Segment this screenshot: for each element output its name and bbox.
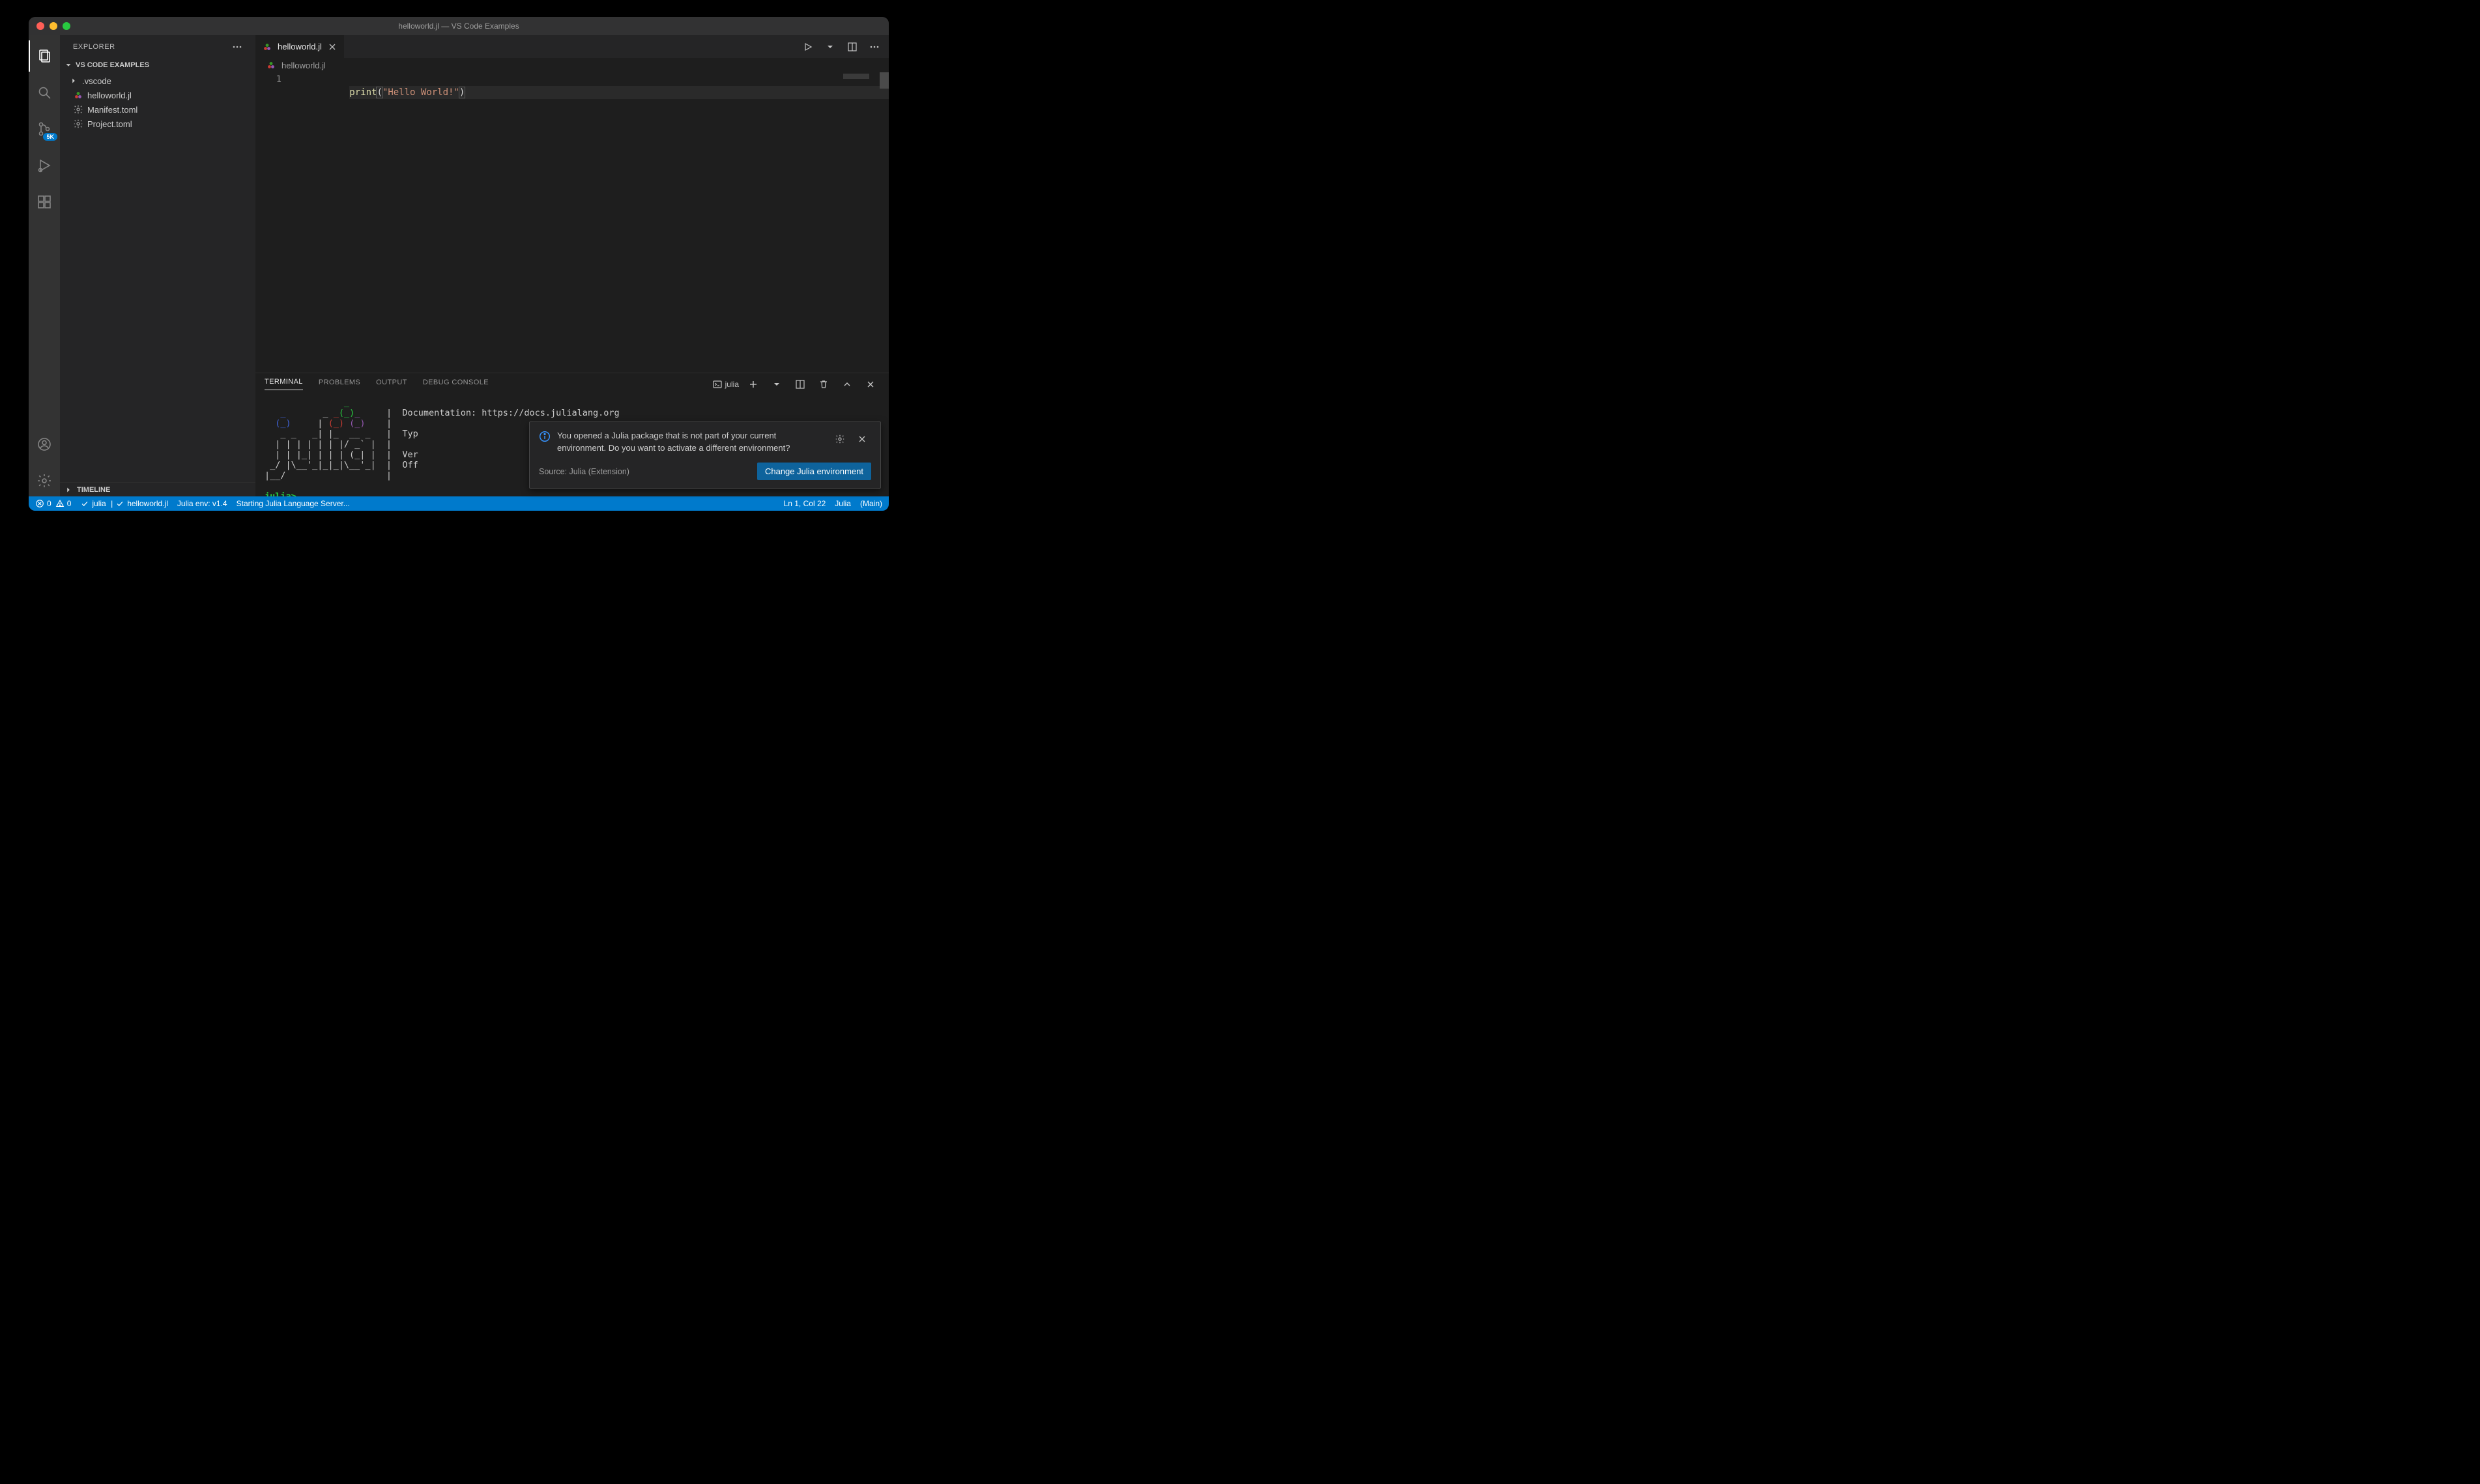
workspace-name: VS CODE EXAMPLES	[76, 61, 149, 69]
tree-label: Project.toml	[87, 119, 132, 129]
split-terminal-icon[interactable]	[791, 375, 809, 393]
scrollbar-thumb[interactable]	[880, 72, 889, 89]
julia-file-icon	[73, 90, 83, 100]
status-scope[interactable]: (Main)	[860, 499, 882, 508]
new-terminal-icon[interactable]	[744, 375, 762, 393]
status-error-count: 0	[47, 499, 51, 508]
status-warnings[interactable]: 0	[55, 499, 72, 508]
tree-label: helloworld.jl	[87, 91, 132, 100]
tree-label: .vscode	[82, 76, 111, 86]
maximize-window-button[interactable]	[63, 22, 70, 30]
notification-close-icon[interactable]	[853, 430, 871, 448]
terminal-profile-icon[interactable]: julia	[712, 375, 739, 393]
kill-terminal-icon[interactable]	[815, 375, 833, 393]
gear-file-icon	[73, 119, 83, 129]
text-editor[interactable]: 1 print("Hello World!")	[255, 72, 889, 373]
code-area[interactable]: print("Hello World!")	[295, 72, 889, 112]
run-dropdown-icon[interactable]	[821, 38, 839, 56]
status-julia-label: julia	[92, 499, 106, 508]
notification-settings-icon[interactable]	[831, 430, 849, 448]
close-window-button[interactable]	[36, 22, 44, 30]
notification-message: You opened a Julia package that is not p…	[557, 430, 819, 455]
panel-tab-terminal[interactable]: TERMINAL	[265, 378, 303, 390]
tab-label: helloworld.jl	[278, 42, 322, 51]
line-number: 1	[255, 73, 281, 86]
gear-file-icon	[73, 104, 83, 115]
line-gutter: 1	[255, 72, 295, 86]
maximize-panel-icon[interactable]	[838, 375, 856, 393]
timeline-header[interactable]: TIMELINE	[60, 482, 255, 496]
status-warning-count: 0	[67, 499, 72, 508]
chevron-right-icon	[69, 76, 78, 85]
status-errors[interactable]: 0	[35, 499, 51, 508]
tree-file-julia[interactable]: helloworld.jl	[60, 88, 255, 102]
chevron-right-icon	[64, 485, 73, 494]
activity-run-debug[interactable]	[29, 150, 60, 181]
titlebar: helloworld.jl — VS Code Examples	[29, 17, 889, 35]
tree-file-toml[interactable]: Manifest.toml	[60, 102, 255, 117]
code-line: print("Hello World!")	[349, 86, 889, 99]
editor-tabs: helloworld.jl	[255, 35, 889, 58]
minimize-window-button[interactable]	[50, 22, 57, 30]
activity-search[interactable]	[29, 77, 60, 108]
activity-bar: 5K	[29, 35, 60, 496]
status-langmode[interactable]: Julia	[835, 499, 851, 508]
tree-label: Manifest.toml	[87, 105, 137, 115]
split-editor-icon[interactable]	[843, 38, 861, 56]
panel-tabs: TERMINAL PROBLEMS OUTPUT DEBUG CONSOLE j…	[255, 373, 889, 395]
julia-file-icon	[262, 42, 272, 52]
status-sync-file[interactable]: helloworld.jl	[115, 499, 168, 508]
notification-toast: You opened a Julia package that is not p…	[529, 421, 881, 489]
info-icon	[539, 431, 551, 442]
terminal-dropdown-icon[interactable]	[768, 375, 786, 393]
status-julia[interactable]: julia |	[80, 499, 113, 508]
run-file-icon[interactable]	[799, 38, 817, 56]
editor-tab[interactable]: helloworld.jl	[255, 35, 345, 58]
status-julia-env[interactable]: Julia env: v1.4	[177, 499, 227, 508]
status-langserver[interactable]: Starting Julia Language Server...	[237, 499, 350, 508]
change-julia-env-button[interactable]: Change Julia environment	[757, 463, 871, 480]
activity-manage[interactable]	[29, 465, 60, 496]
julia-file-icon	[266, 60, 276, 70]
file-tree: .vscode helloworld.jl Manifest.toml	[60, 72, 255, 131]
breadcrumb[interactable]: helloworld.jl	[255, 58, 889, 72]
panel-tab-output[interactable]: OUTPUT	[376, 378, 407, 390]
window-title: helloworld.jl — VS Code Examples	[29, 21, 889, 31]
window-controls	[36, 22, 70, 30]
tree-folder[interactable]: .vscode	[60, 74, 255, 88]
status-bar: 0 0 julia | helloworld.jl Julia env: v1.…	[29, 496, 889, 511]
panel-tab-debugconsole[interactable]: DEBUG CONSOLE	[423, 378, 489, 390]
editor-actions	[794, 35, 889, 58]
timeline-label: TIMELINE	[77, 486, 110, 494]
activity-source-control[interactable]: 5K	[29, 113, 60, 145]
sidebar-title: EXPLORER	[73, 43, 115, 51]
panel-tab-problems[interactable]: PROBLEMS	[319, 378, 360, 390]
activity-accounts[interactable]	[29, 429, 60, 460]
breadcrumb-file: helloworld.jl	[281, 61, 326, 70]
minimap[interactable]	[841, 72, 880, 373]
close-panel-icon[interactable]	[861, 375, 880, 393]
sidebar-more-icon[interactable]	[228, 38, 246, 56]
scm-badge: 5K	[43, 133, 57, 141]
vscode-window: helloworld.jl — VS Code Examples 5K	[29, 17, 889, 511]
activity-extensions[interactable]	[29, 186, 60, 218]
sidebar: EXPLORER VS CODE EXAMPLES .vscode	[60, 35, 255, 496]
chevron-down-icon	[64, 61, 73, 70]
tree-file-toml[interactable]: Project.toml	[60, 117, 255, 131]
status-sync-label: helloworld.jl	[127, 499, 168, 508]
activity-explorer[interactable]	[29, 40, 60, 72]
notification-source: Source: Julia (Extension)	[539, 467, 629, 476]
close-tab-icon[interactable]	[327, 42, 338, 52]
terminal-name: julia	[725, 380, 739, 389]
editor-more-icon[interactable]	[865, 38, 884, 56]
workspace-header[interactable]: VS CODE EXAMPLES	[60, 58, 255, 72]
status-cursor[interactable]: Ln 1, Col 22	[784, 499, 826, 508]
